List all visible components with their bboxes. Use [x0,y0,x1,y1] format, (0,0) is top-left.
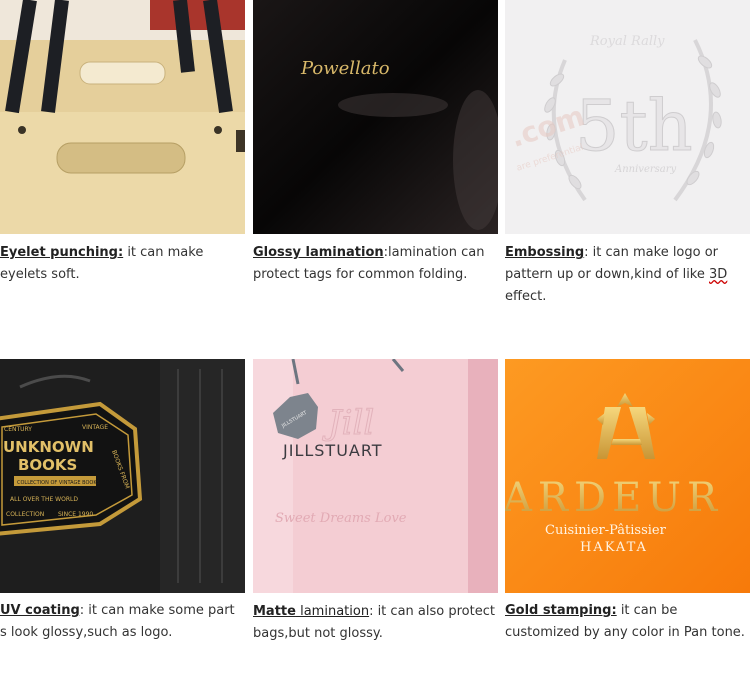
feature-card-glossy: Powellato Glossy lamination:lamination c… [253,0,498,300]
emboss-sub: Anniversary [614,164,677,175]
embossing-term: Embossing [505,245,585,260]
kraft-bag-with-eyelets-icon [0,0,245,234]
uv-photo: CENTURY VINTAGE UNKNOWN BOOKS COLLECTION… [0,359,245,593]
matte-term: Matte [253,604,296,619]
embossing-text-wavy: 3D [709,267,728,282]
uv-book-badge-icon: CENTURY VINTAGE UNKNOWN BOOKS COLLECTION… [0,359,245,593]
glossy-term: Glossy lamination [253,245,384,260]
badge-top-left: CENTURY [4,426,32,433]
embossing-caption: Embossing: it can make logo or pattern u… [505,242,750,308]
badge-arc: ALL OVER THE WORLD [10,496,78,503]
gold-foil-logo-icon: ARDEUR Cuisinier-Pâtissier HAKATA [505,359,750,593]
feature-card-embossing: Royal Rally 5th Anniversary .com are pre… [505,0,750,304]
glossy-black-bag-icon: Powellato [253,0,498,234]
feature-card-gold: ARDEUR Cuisinier-Pâtissier HAKATA Gold s… [505,359,750,659]
gold-photo: ARDEUR Cuisinier-Pâtissier HAKATA [505,359,750,593]
badge-top-right: VINTAGE [82,424,108,431]
matte-brand: JILLSTUART [282,441,383,460]
feature-card-uv: CENTURY VINTAGE UNKNOWN BOOKS COLLECTION… [0,359,245,659]
eyelet-caption: Eyelet punching: it can make eyelets sof… [0,242,245,286]
embossing-text-after: effect. [505,289,547,304]
gold-line2: HAKATA [580,540,648,555]
emboss-title: 5th [575,85,693,167]
uv-caption: UV coating: it can make some part s look… [0,600,245,644]
uv-term: UV coating [0,603,80,618]
badge-line1: UNKNOWN [3,438,94,456]
embossed-wreath-icon: Royal Rally 5th Anniversary .com are pre… [505,0,750,234]
glossy-photo: Powellato [253,0,498,234]
gold-brand: ARDEUR [505,475,723,521]
eyelet-photo [0,0,245,234]
matte-script: Jill [322,403,374,443]
matte-photo: JILLSTUART Jill JILLSTUART Sweet Dreams … [253,359,498,593]
embossing-photo: Royal Rally 5th Anniversary .com are pre… [505,0,750,234]
badge-sub: COLLECTION OF VINTAGE BOOKS [17,480,100,486]
glossy-brand-label: Powellato [300,58,390,79]
eyelet-term: Eyelet punching: [0,245,124,260]
badge-bottom-right: SINCE 1990 [58,511,93,518]
matte-tagline: Sweet Dreams Love [275,511,407,526]
matte-caption: Matte lamination: it can also protect ba… [253,601,498,645]
gold-term: Gold stamping: [505,603,617,618]
gold-caption: Gold stamping: it can be customized by a… [505,600,750,644]
matte-term-rest: lamination [295,604,370,619]
badge-line2: BOOKS [18,456,77,474]
glossy-caption: Glossy lamination:lamination can protect… [253,242,498,286]
feature-card-matte: JILLSTUART Jill JILLSTUART Sweet Dreams … [253,359,498,659]
badge-bottom-left: COLLECTION [6,511,44,518]
feature-card-eyelet: Eyelet punching: it can make eyelets sof… [0,0,245,300]
emboss-script: Royal Rally [589,34,665,49]
gold-line1: Cuisinier-Pâtissier [545,523,667,538]
pink-matte-bag-icon: JILLSTUART Jill JILLSTUART Sweet Dreams … [253,359,498,593]
